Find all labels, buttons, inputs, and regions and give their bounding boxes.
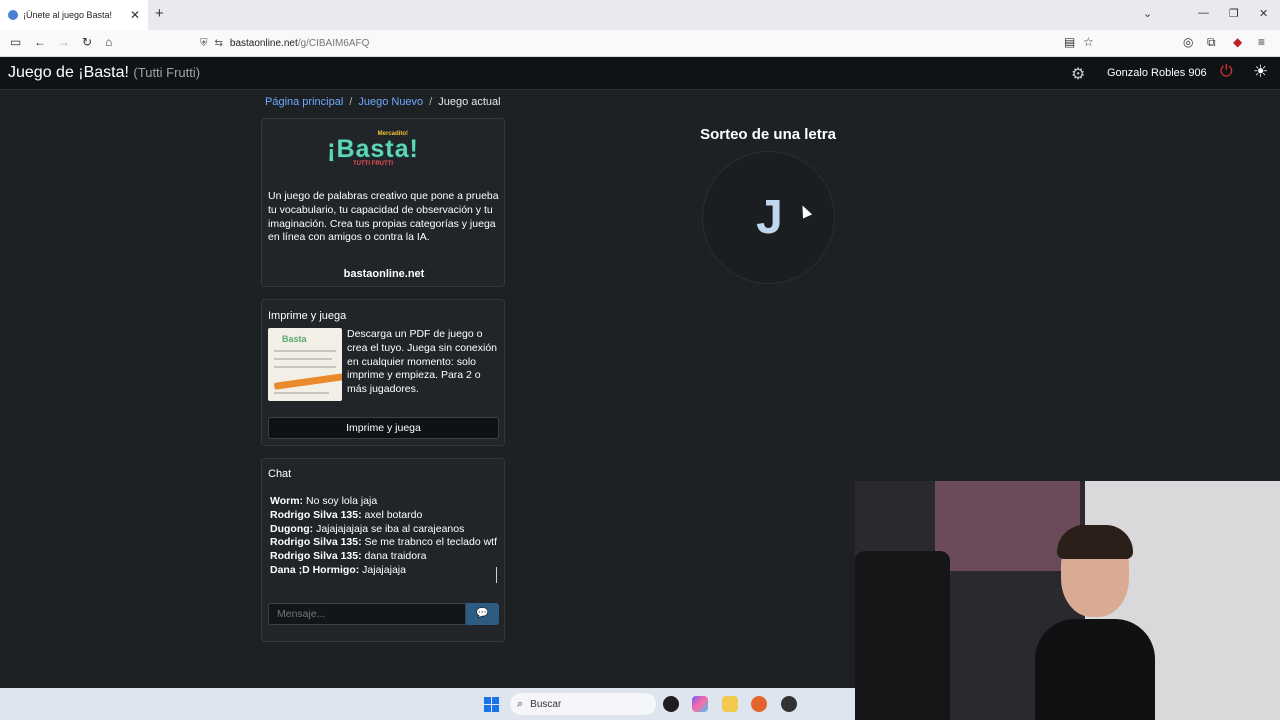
logo-main-text: ¡Basta! bbox=[327, 135, 419, 163]
window-minimize-icon[interactable]: — bbox=[1198, 7, 1209, 19]
logout-power-icon[interactable]: ⏻ bbox=[1220, 63, 1233, 81]
chat-message: Rodrigo Silva 135: axel botardo bbox=[270, 508, 423, 521]
brand-title: Juego de ¡Basta! bbox=[8, 64, 129, 81]
account-icon[interactable]: ◎ bbox=[1183, 35, 1193, 49]
windows-taskbar: ⌕ Buscar bbox=[0, 688, 855, 720]
chat-scrollbar[interactable] bbox=[496, 567, 497, 583]
drawn-letter: J bbox=[756, 191, 783, 244]
print-and-play-button[interactable]: Imprime y juega bbox=[268, 417, 499, 439]
breadcrumb: Página principal / Juego Nuevo / Juego a… bbox=[265, 96, 501, 108]
theme-toggle-sun-icon[interactable]: ☀ bbox=[1253, 62, 1268, 82]
extensions-icon[interactable]: ⧉ bbox=[1207, 35, 1216, 50]
back-arrow-icon[interactable]: ← bbox=[34, 35, 46, 49]
intro-site-name: bastaonline.net bbox=[343, 268, 425, 280]
print-thumbnail-image: Basta bbox=[268, 328, 342, 401]
settings-gear-icon[interactable]: ⚙ bbox=[1071, 64, 1085, 84]
browser-tab-active[interactable]: ¡Únete al juego Basta! ✕ bbox=[0, 0, 148, 30]
search-icon: ⌕ bbox=[517, 697, 524, 710]
pencil-icon bbox=[273, 373, 342, 390]
forward-arrow-icon[interactable]: → bbox=[58, 35, 70, 49]
url-path: /g/CIBAIM6AFQ bbox=[297, 38, 370, 49]
print-card: Imprime y juega Basta Descarga un PDF de… bbox=[261, 299, 505, 446]
taskbar-app-icon[interactable] bbox=[663, 696, 679, 712]
taskbar-search[interactable]: ⌕ Buscar bbox=[510, 693, 656, 715]
print-card-title: Imprime y juega bbox=[268, 310, 347, 322]
breadcrumb-new-game-link[interactable]: Juego Nuevo bbox=[358, 96, 423, 108]
home-icon[interactable]: ⌂ bbox=[105, 35, 112, 49]
file-explorer-icon[interactable] bbox=[722, 696, 738, 712]
obs-icon[interactable] bbox=[781, 696, 797, 712]
address-bar[interactable]: ⛨ ⇆ bastaonline.net /g/CIBAIM6AFQ bbox=[200, 33, 1100, 54]
sidebar-toggle-icon[interactable]: ▭ bbox=[10, 35, 21, 49]
shield-icon[interactable]: ⛨ bbox=[200, 38, 208, 49]
chat-bubble-icon: 💬 bbox=[476, 608, 489, 619]
site-brand[interactable]: Juego de ¡Basta! (Tutti Frutti) bbox=[8, 64, 200, 82]
chat-message: Dugong: Jajajajajaja se iba al carajeano… bbox=[270, 522, 465, 535]
chat-message: Rodrigo Silva 135: dana traidora bbox=[270, 550, 427, 563]
url-host: bastaonline.net bbox=[229, 38, 298, 49]
intro-card: Mercadito! ¡Basta! TUTTI FRUTTI Un juego… bbox=[261, 118, 505, 287]
windows-start-icon[interactable] bbox=[484, 697, 499, 712]
chat-message: Worm: No soy lola jaja bbox=[270, 495, 378, 507]
window-close-icon[interactable]: ✕ bbox=[1259, 7, 1268, 20]
tab-close-icon[interactable]: ✕ bbox=[130, 8, 140, 22]
site-header: Juego de ¡Basta! (Tutti Frutti) ⚙ Gonzal… bbox=[0, 57, 1280, 90]
breadcrumb-separator: / bbox=[349, 96, 353, 108]
brand-subtitle: (Tutti Frutti) bbox=[133, 65, 201, 80]
taskbar-search-label: Buscar bbox=[530, 698, 562, 710]
new-tab-icon[interactable]: + bbox=[155, 5, 164, 22]
menu-icon[interactable]: ≡ bbox=[1258, 35, 1265, 49]
chat-message-input[interactable] bbox=[268, 603, 466, 625]
browser-tabbar: ¡Únete al juego Basta! ✕ + ⌄ — ❐ ✕ bbox=[0, 0, 1280, 30]
breadcrumb-home-link[interactable]: Página principal bbox=[265, 96, 343, 108]
letter-draw-title: Sorteo de una letra bbox=[700, 126, 836, 143]
copilot-icon[interactable] bbox=[692, 696, 708, 712]
reader-view-icon[interactable]: ▤ bbox=[1064, 35, 1075, 49]
letter-draw-circle[interactable]: J bbox=[702, 151, 835, 284]
site-favicon-icon bbox=[8, 10, 18, 20]
chat-message: Rodrigo Silva 135: Se me trabnco el tecl… bbox=[270, 536, 498, 549]
site-info-icon[interactable]: ⇆ bbox=[215, 38, 223, 49]
chat-card: Chat Worm: No soy lola jaja Rodrigo Silv… bbox=[261, 458, 505, 642]
chat-send-button[interactable]: 💬 bbox=[466, 603, 499, 625]
print-description: Descarga un PDF de juego o crea el tuyo.… bbox=[347, 328, 498, 396]
tab-list-chevron-icon[interactable]: ⌄ bbox=[1143, 7, 1152, 20]
window-restore-icon[interactable]: ❐ bbox=[1229, 7, 1239, 20]
webcam-overlay bbox=[855, 481, 1280, 720]
user-name[interactable]: Gonzalo Robles 906 bbox=[1107, 67, 1207, 79]
basta-logo: Mercadito! ¡Basta! TUTTI FRUTTI bbox=[318, 131, 428, 173]
chat-messages[interactable]: Worm: No soy lola jaja Rodrigo Silva 135… bbox=[270, 495, 498, 578]
tab-title: ¡Únete al juego Basta! bbox=[23, 10, 113, 20]
print-thumbnail-label: Basta bbox=[282, 334, 307, 344]
intro-description: Un juego de palabras creativo que pone a… bbox=[268, 190, 499, 244]
browser-navbar: ▭ ← → ↻ ⌂ ⛨ ⇆ bastaonline.net /g/CIBAIM6… bbox=[0, 30, 1280, 57]
chat-message: Dana ;D Hormigo: Jajajajaja bbox=[270, 563, 406, 576]
breadcrumb-separator: / bbox=[429, 96, 433, 108]
ublock-icon[interactable]: ◆ bbox=[1233, 35, 1242, 49]
breadcrumb-current: Juego actual bbox=[438, 96, 501, 108]
chat-title: Chat bbox=[268, 468, 292, 480]
firefox-icon[interactable] bbox=[751, 696, 767, 712]
bookmark-star-icon[interactable]: ☆ bbox=[1083, 35, 1094, 49]
reload-icon[interactable]: ↻ bbox=[82, 35, 92, 49]
